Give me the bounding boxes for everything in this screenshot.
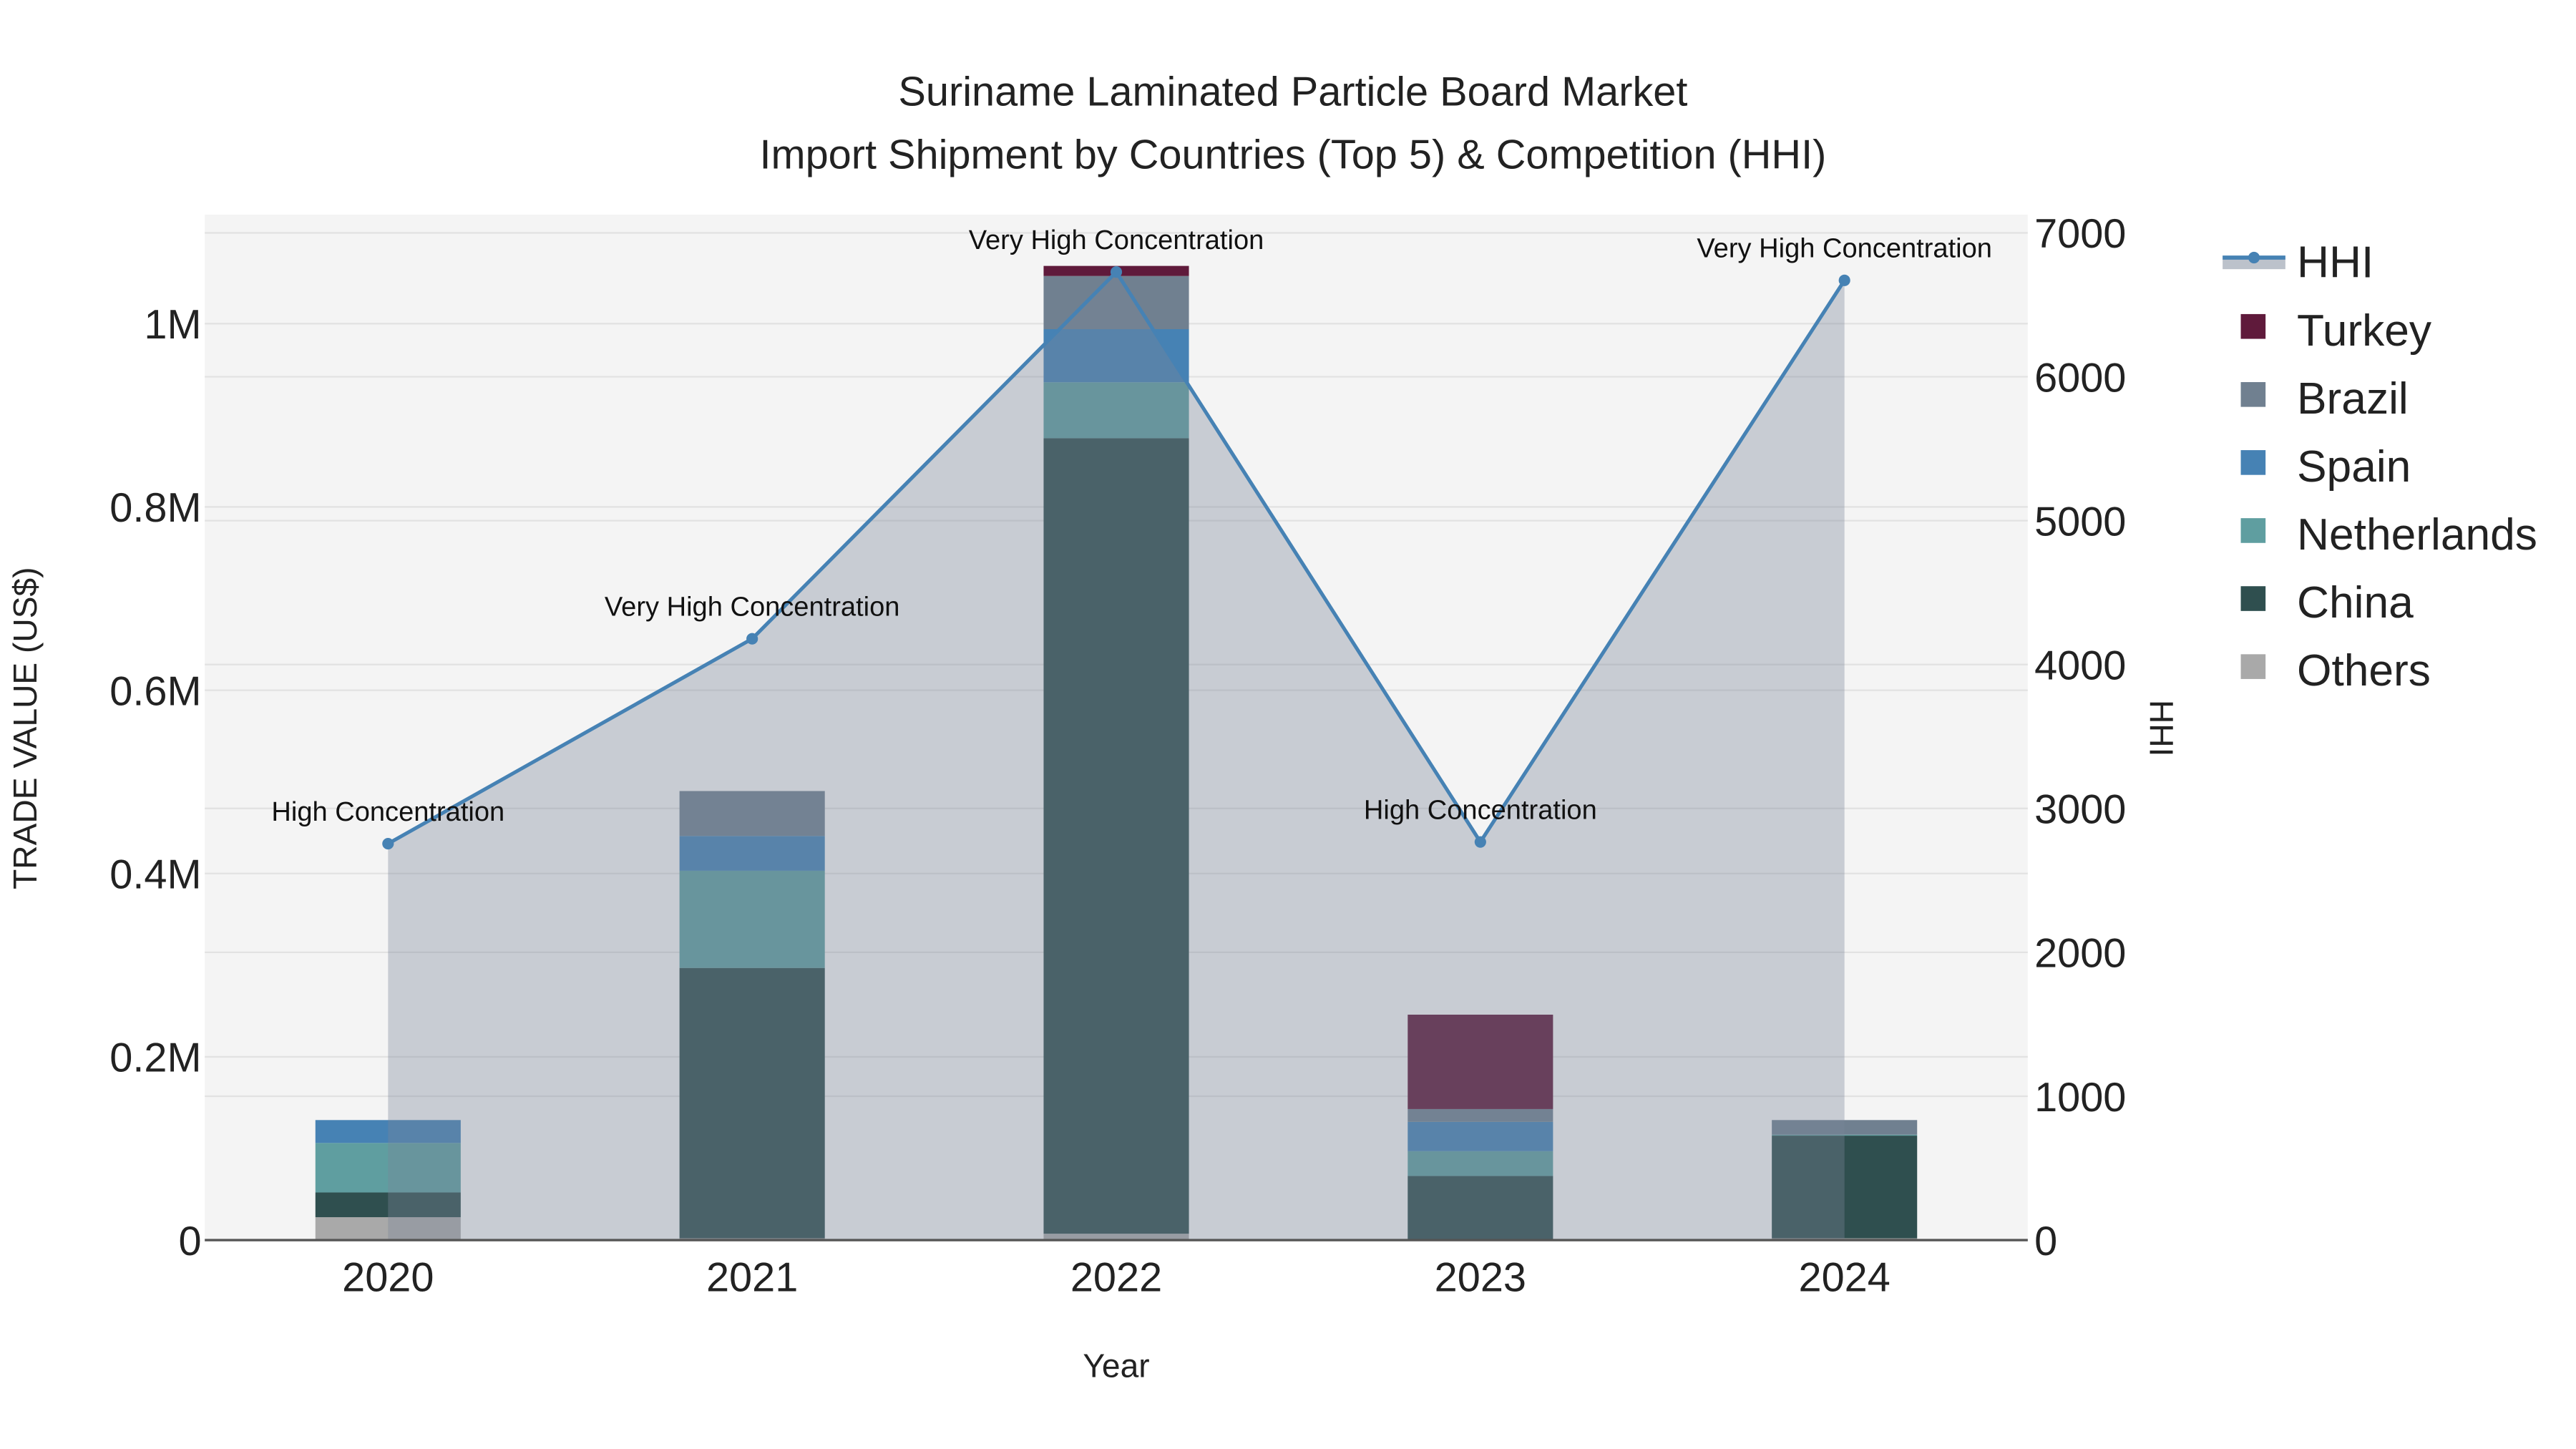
legend-swatch-spain — [2240, 450, 2266, 475]
legend-label-hhi: HHI — [2297, 238, 2373, 288]
legend-label-brazil: Brazil — [2297, 374, 2409, 424]
legend-swatch-others — [2240, 654, 2266, 679]
hhi-point-2024 — [1838, 274, 1850, 286]
y2-axis-title: HHI — [2143, 700, 2180, 756]
hhi-annotation: High Concentration — [271, 797, 504, 827]
chart-title-line2: Import Shipment by Countries (Top 5) & C… — [760, 132, 1827, 177]
legend-label-china: China — [2297, 578, 2414, 628]
hhi-annotation: Very High Concentration — [605, 592, 900, 622]
y-tick-label: 1M — [144, 302, 201, 348]
x-tick-label: 2020 — [342, 1255, 434, 1301]
hhi-point-2020 — [382, 837, 394, 850]
legend-swatch-china — [2240, 586, 2266, 611]
y2-tick-label: 0 — [2034, 1219, 2057, 1264]
legend-swatch-netherlands — [2240, 518, 2266, 543]
y-tick-label: 0.4M — [109, 852, 201, 898]
legend-swatch-brazil — [2240, 382, 2266, 407]
y2-tick-label: 3000 — [2034, 787, 2126, 833]
y-tick-label: 0.2M — [109, 1035, 201, 1081]
x-tick-label: 2022 — [1070, 1255, 1162, 1301]
hhi-annotation: High Concentration — [1364, 795, 1597, 825]
y2-tick-label: 7000 — [2034, 211, 2126, 257]
x-axis-title: Year — [1083, 1347, 1149, 1385]
x-tick-label: 2023 — [1435, 1255, 1526, 1301]
y2-tick-label: 5000 — [2034, 499, 2126, 545]
legend-label-spain: Spain — [2297, 442, 2411, 492]
y-tick-label: 0 — [178, 1219, 201, 1264]
y2-tick-label: 2000 — [2034, 931, 2126, 977]
legend-label-netherlands: Netherlands — [2297, 510, 2537, 560]
hhi-annotation: Very High Concentration — [969, 225, 1264, 255]
legend-label-others: Others — [2297, 646, 2431, 696]
hhi-point-2023 — [1474, 836, 1486, 848]
chart: High Concentration Very High Concentratio… — [0, 0, 2576, 1449]
x-tick-label: 2024 — [1799, 1255, 1890, 1301]
y-tick-label: 0.6M — [109, 668, 201, 714]
legend-swatch-turkey — [2240, 313, 2266, 339]
legend-label-turkey: Turkey — [2297, 306, 2432, 356]
y2-tick-label: 6000 — [2034, 355, 2126, 401]
y2-tick-label: 4000 — [2034, 643, 2126, 688]
y-axis-title: TRADE VALUE (US$) — [6, 567, 44, 889]
legend-hhi-marker — [2248, 251, 2260, 264]
hhi-point-2022 — [1110, 266, 1123, 278]
hhi-point-2021 — [746, 633, 758, 645]
x-tick-label: 2021 — [706, 1255, 798, 1301]
y-tick-label: 0.8M — [109, 485, 201, 531]
y2-tick-label: 1000 — [2034, 1075, 2126, 1121]
hhi-annotation: Very High Concentration — [1697, 233, 1992, 263]
chart-title-line1: Suriname Laminated Particle Board Market — [898, 69, 1687, 115]
